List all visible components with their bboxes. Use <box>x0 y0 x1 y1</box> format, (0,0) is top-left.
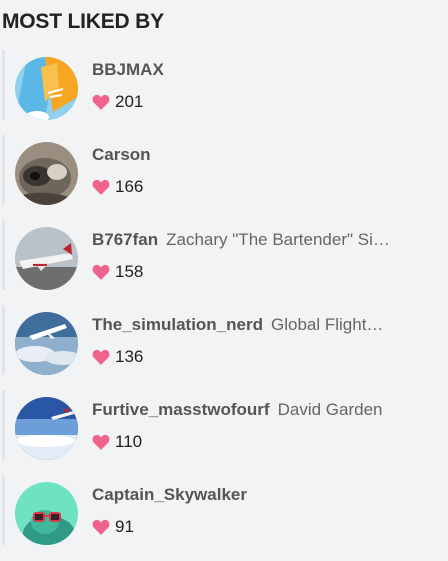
username-link[interactable]: Furtive_masstwofourf <box>92 400 270 419</box>
heart-icon <box>92 434 110 450</box>
like-count: 166 <box>92 177 143 197</box>
row-divider <box>2 390 5 460</box>
full-name: David Garden <box>277 400 383 419</box>
user-avatar[interactable] <box>15 142 78 205</box>
heart-icon <box>92 349 110 365</box>
user-avatar[interactable] <box>15 397 78 460</box>
user-avatar[interactable] <box>15 312 78 375</box>
user-avatar[interactable] <box>15 57 78 120</box>
like-count-value: 158 <box>115 262 144 281</box>
list-item: B767fan Zachary "The Bartender" Si… 158 <box>0 218 448 303</box>
like-count: 158 <box>92 262 143 282</box>
username-link[interactable]: Captain_Skywalker <box>92 485 247 504</box>
like-count: 91 <box>92 517 134 537</box>
like-count-value: 110 <box>115 432 143 451</box>
row-divider <box>2 220 5 290</box>
like-count: 110 <box>92 432 142 452</box>
heart-icon <box>92 179 110 195</box>
like-count-value: 136 <box>115 347 144 366</box>
row-divider <box>2 50 5 120</box>
user-avatar[interactable] <box>15 482 78 545</box>
user-avatar[interactable] <box>15 227 78 290</box>
username-link[interactable]: Carson <box>92 145 151 164</box>
list-item: The_simulation_nerd Global Flight… 136 <box>0 303 448 388</box>
liked-by-list: BBJMAX 201 Carson 166 B767fan Zachary "T… <box>0 48 448 558</box>
heart-icon <box>92 94 110 110</box>
row-divider <box>2 305 5 375</box>
list-item: Carson 166 <box>0 133 448 218</box>
full-name: Global Flight… <box>270 315 384 334</box>
like-count-value: 91 <box>115 517 134 536</box>
row-divider <box>2 135 5 205</box>
heart-icon <box>92 519 110 535</box>
username-link[interactable]: BBJMAX <box>92 60 164 79</box>
row-divider <box>2 475 5 545</box>
username-link[interactable]: The_simulation_nerd <box>92 315 263 334</box>
list-item: Captain_Skywalker 91 <box>0 473 448 558</box>
list-item: Furtive_masstwofourf David Garden 110 <box>0 388 448 473</box>
like-count: 136 <box>92 347 143 367</box>
section-title: MOST LIKED BY <box>2 10 164 33</box>
like-count-value: 166 <box>115 177 144 196</box>
username-link[interactable]: B767fan <box>92 230 158 249</box>
list-item: BBJMAX 201 <box>0 48 448 133</box>
like-count-value: 201 <box>115 92 144 111</box>
full-name: Zachary "The Bartender" Si… <box>166 230 390 249</box>
like-count: 201 <box>92 92 143 112</box>
heart-icon <box>92 264 110 280</box>
